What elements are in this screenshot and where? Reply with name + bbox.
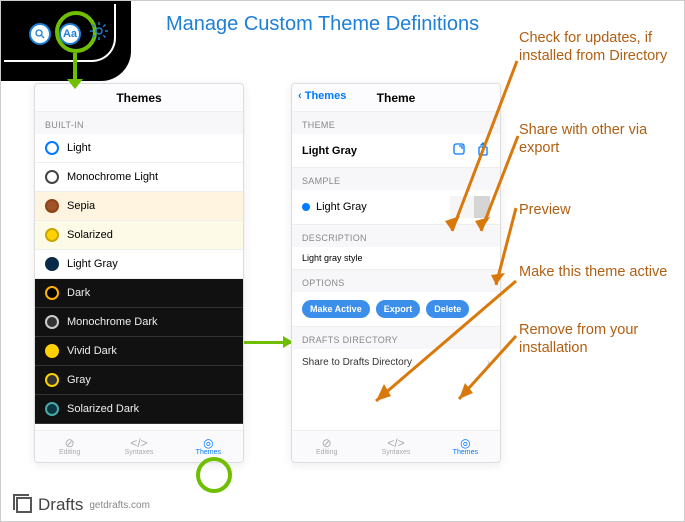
brand-url: getdrafts.com xyxy=(89,500,150,511)
annot-preview: Preview xyxy=(519,201,571,219)
theme-swatch-icon xyxy=(45,199,59,213)
phone-header-detail: ‹ Themes Theme xyxy=(292,84,500,112)
annot-updates: Check for updates, if installed from Dir… xyxy=(519,29,684,65)
theme-swatch-icon xyxy=(45,141,59,155)
theme-row[interactable]: Light Gray xyxy=(35,250,243,279)
options-row: Make Active Export Delete xyxy=(292,292,500,327)
theme-swatch-icon xyxy=(45,402,59,416)
delete-button[interactable]: Delete xyxy=(426,300,469,318)
theme-row[interactable]: Light xyxy=(35,134,243,163)
annot-remove: Remove from your installation xyxy=(519,321,684,357)
theme-row[interactable]: Solarized Dark xyxy=(35,395,243,424)
page-title: Manage Custom Theme Definitions xyxy=(166,13,479,36)
radio-dot-icon xyxy=(302,203,310,211)
sample-row[interactable]: Light Gray xyxy=(292,190,500,225)
header-title: Theme xyxy=(377,91,416,105)
theme-swatch-icon xyxy=(45,228,59,242)
description-text: Light gray style xyxy=(292,247,500,270)
highlight-themes-tab xyxy=(196,457,232,493)
theme-label: Monochrome Light xyxy=(67,171,158,183)
brand-name: Drafts xyxy=(38,495,83,515)
tab-editing[interactable]: ⊘Editing xyxy=(35,431,104,462)
theme-swatch-icon xyxy=(45,344,59,358)
theme-label: Solarized Dark xyxy=(67,403,139,415)
share-icon[interactable] xyxy=(476,142,490,159)
share-directory-row[interactable]: Share to Drafts Directory › xyxy=(292,349,500,376)
theme-row[interactable]: Dark xyxy=(35,279,243,308)
phone-footer-detail: ⊘Editing </>Syntaxes ◎Themes xyxy=(292,430,500,462)
chevron-right-icon: › xyxy=(487,357,490,368)
theme-swatch-icon xyxy=(45,170,59,184)
phone-theme-detail: ‹ Themes Theme THEME Light Gray SAMPLE L… xyxy=(291,83,501,463)
section-theme: THEME xyxy=(292,112,500,134)
theme-row[interactable]: Solarized xyxy=(35,221,243,250)
tab-themes[interactable]: ◎Themes xyxy=(431,431,500,462)
tab-syntaxes[interactable]: </>Syntaxes xyxy=(104,431,173,462)
theme-label: Light Gray xyxy=(67,258,118,270)
theme-swatch-icon xyxy=(45,257,59,271)
settings-gear-icon[interactable] xyxy=(89,21,109,46)
tab-editing[interactable]: ⊘Editing xyxy=(292,431,361,462)
phone-themes-list: Themes BUILT-IN Light Monochrome Light Sep… xyxy=(34,83,244,463)
theme-swatch-icon xyxy=(45,373,59,387)
brand-footer: Drafts getdrafts.com xyxy=(16,495,150,515)
theme-name-row: Light Gray xyxy=(292,134,500,168)
header-title: Themes xyxy=(116,91,161,105)
appearance-icon[interactable]: Aa xyxy=(59,23,81,45)
tab-syntaxes[interactable]: </>Syntaxes xyxy=(361,431,430,462)
brand-icon xyxy=(16,497,32,513)
back-button[interactable]: ‹ Themes xyxy=(298,90,346,102)
theme-row[interactable]: Monochrome Dark xyxy=(35,308,243,337)
annot-make-active: Make this theme active xyxy=(519,263,667,281)
section-sample: SAMPLE xyxy=(292,168,500,190)
annot-share: Share with other via export xyxy=(519,121,684,157)
section-builtin: BUILT-IN xyxy=(35,112,243,134)
section-options: OPTIONS xyxy=(292,270,500,292)
highlight-arrow xyxy=(73,53,77,87)
theme-row[interactable]: Gray xyxy=(35,366,243,395)
section-desc: DESCRIPTION xyxy=(292,225,500,247)
theme-label: Sepia xyxy=(67,200,95,212)
green-arrow-link xyxy=(244,341,291,344)
theme-row[interactable]: Sepia xyxy=(35,192,243,221)
theme-swatch-icon xyxy=(45,315,59,329)
export-button[interactable]: Export xyxy=(376,300,421,318)
refresh-icon[interactable] xyxy=(452,142,466,159)
section-directory: DRAFTS DIRECTORY xyxy=(292,327,500,349)
theme-label: Vivid Dark xyxy=(67,345,117,357)
theme-row[interactable]: Monochrome Light xyxy=(35,163,243,192)
search-icon[interactable] xyxy=(29,23,51,45)
make-active-button[interactable]: Make Active xyxy=(302,300,370,318)
theme-row[interactable]: Vivid Dark xyxy=(35,337,243,366)
theme-label: Light xyxy=(67,142,91,154)
theme-label: Gray xyxy=(67,374,91,386)
theme-label: Monochrome Dark xyxy=(67,316,157,328)
sample-name: Light Gray xyxy=(316,201,367,213)
theme-swatch-icon xyxy=(45,286,59,300)
theme-label: Dark xyxy=(67,287,90,299)
theme-label: Solarized xyxy=(67,229,113,241)
sample-preview xyxy=(450,196,490,218)
theme-name: Light Gray xyxy=(302,145,357,157)
